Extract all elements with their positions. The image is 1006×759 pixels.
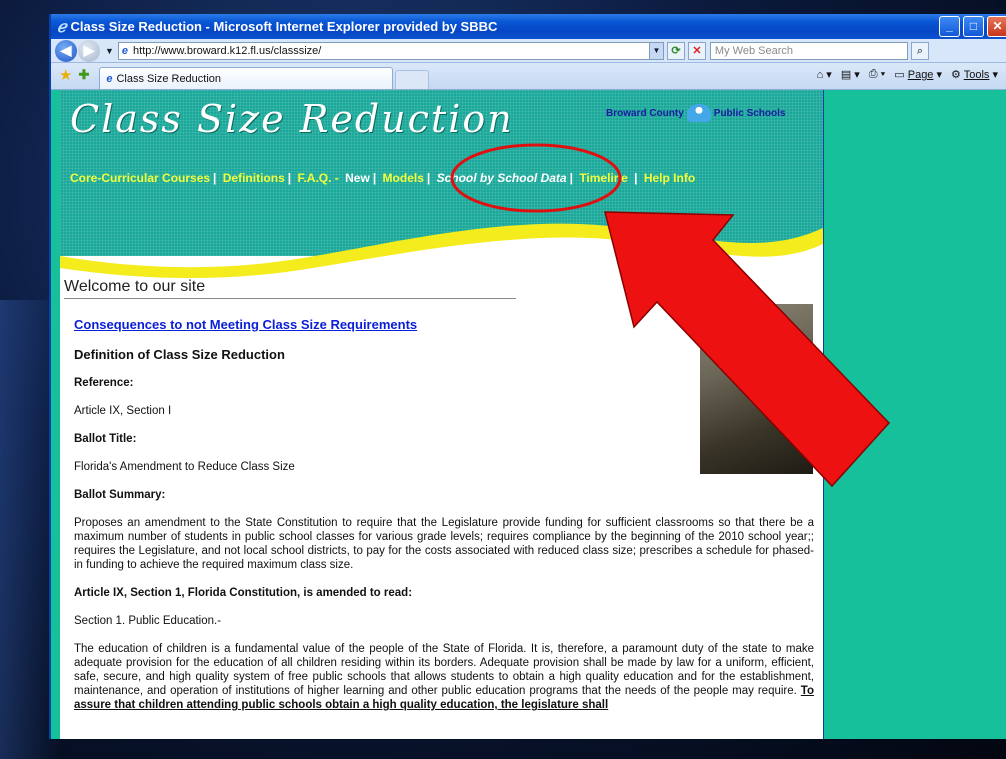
highlight-ellipse — [450, 143, 622, 213]
pointer-arrow — [604, 211, 891, 488]
annotation-overlay — [450, 143, 891, 488]
